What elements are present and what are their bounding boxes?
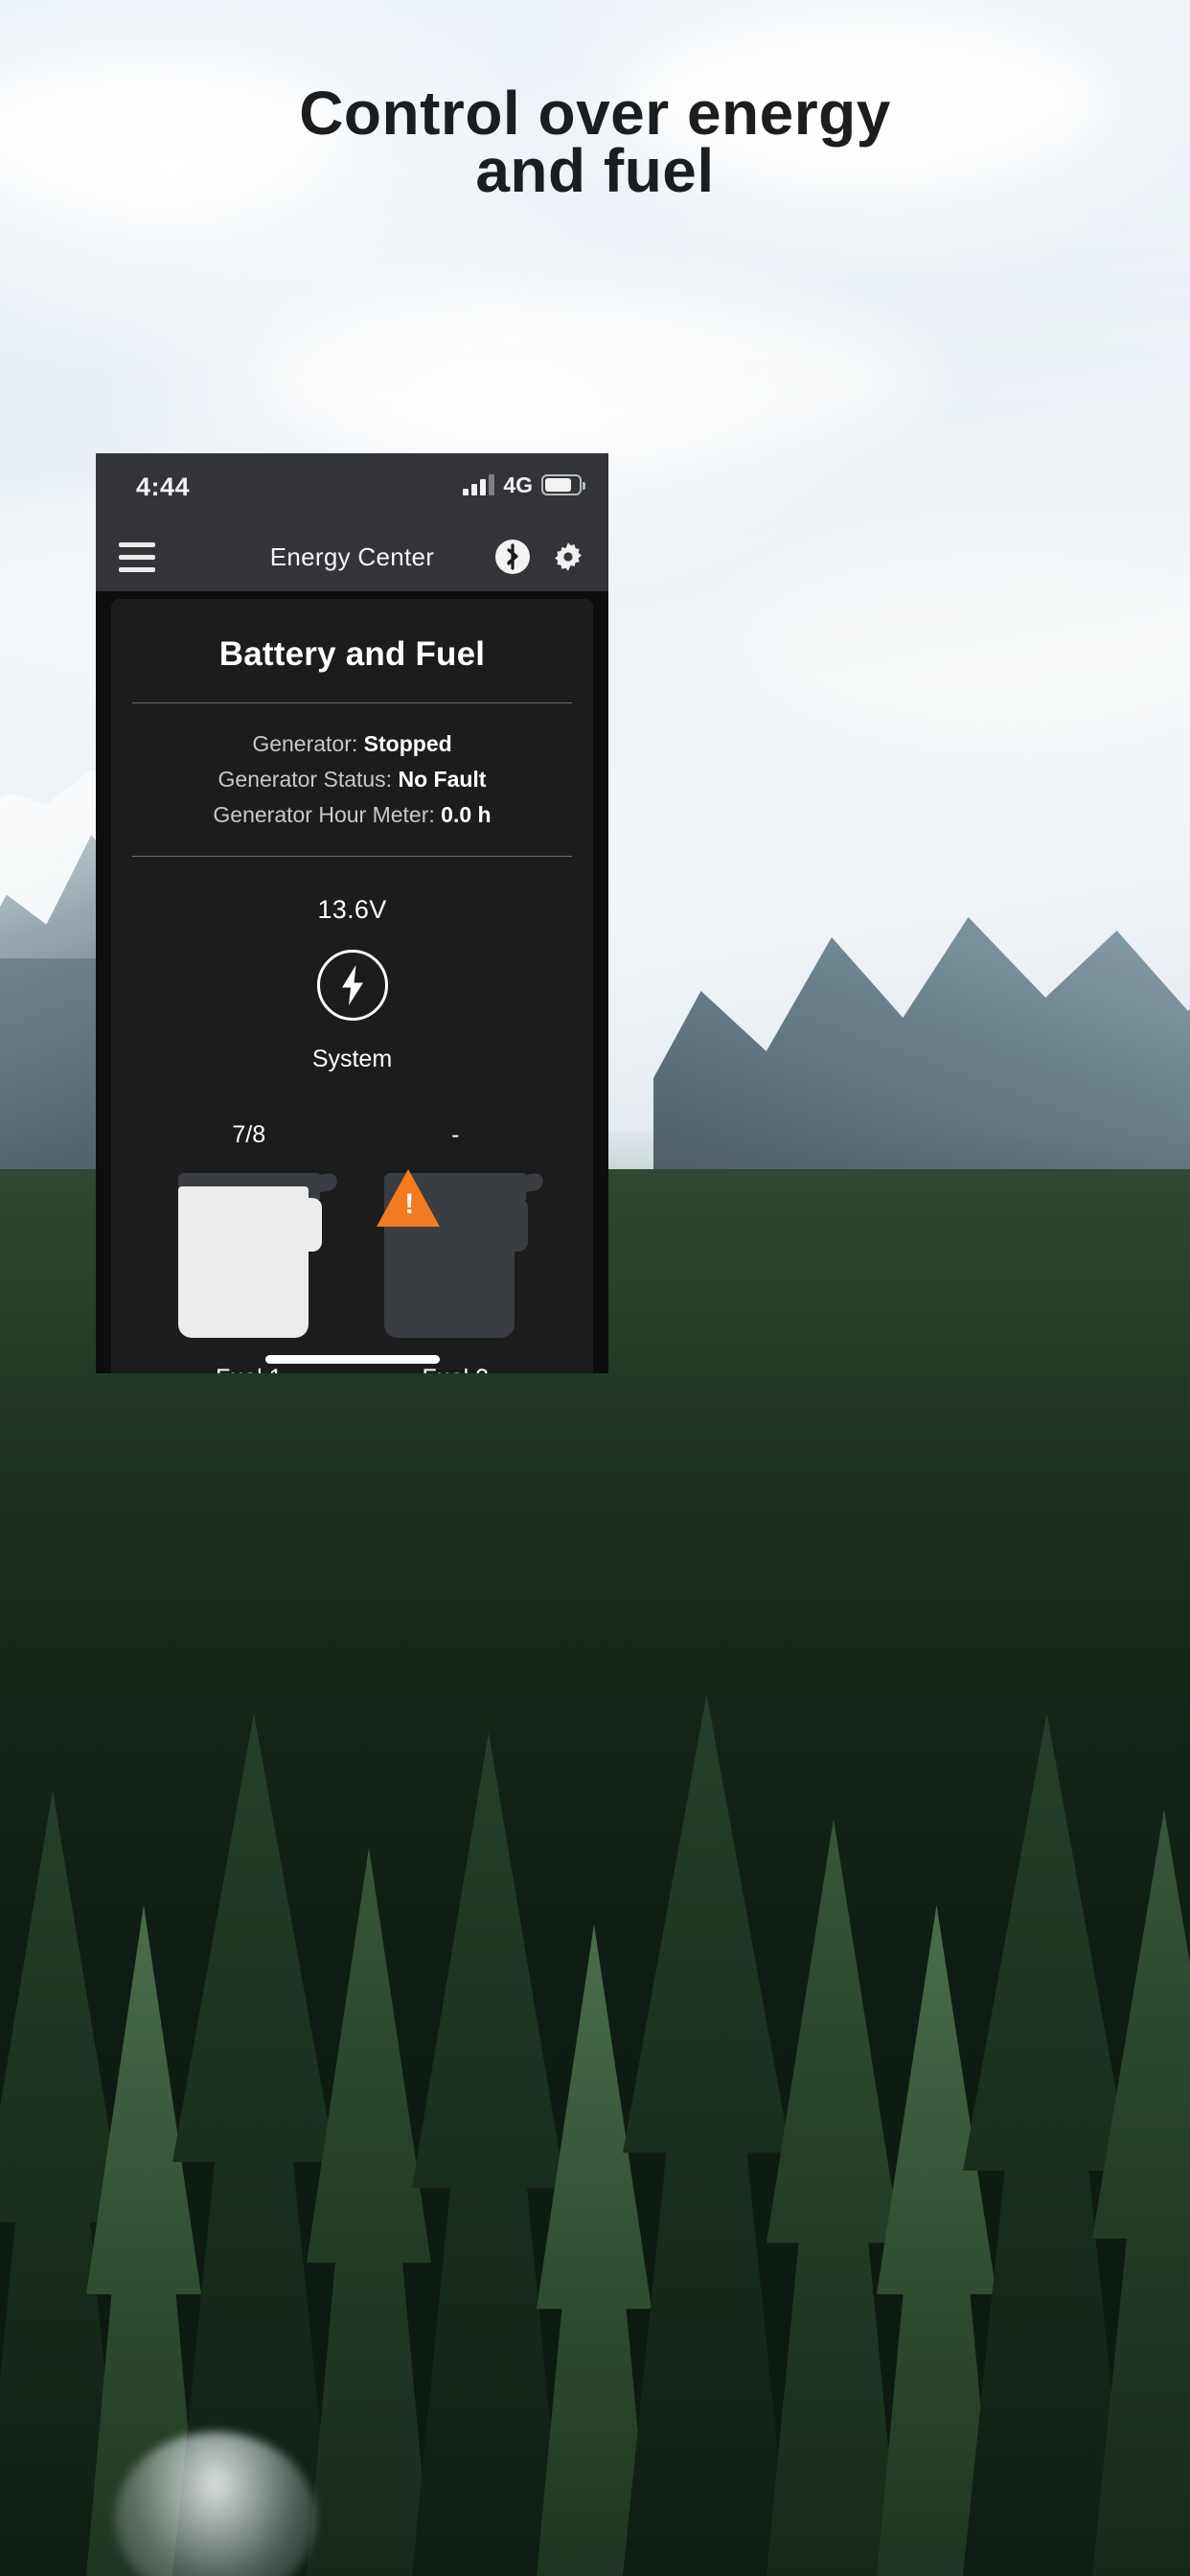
card-title: Battery and Fuel [218, 635, 486, 673]
lightning-bolt-icon[interactable] [316, 950, 388, 1021]
bluetooth-glyph [507, 543, 518, 570]
generator-row: Generator: Stopped [111, 728, 593, 759]
page-title: Control over energy and fuel [0, 79, 1190, 205]
generator-hour-meter-value: 0.0 h [441, 802, 492, 827]
battery-and-fuel-card: Battery and Fuel Generator: Stopped Gene… [111, 599, 593, 1373]
fuel-tank-2[interactable]: - ! Fuel 2 [364, 1121, 546, 1373]
generator-row: Generator Status: No Fault [111, 764, 593, 794]
app-header-bar: Energy Center [96, 522, 608, 591]
generator-label: Generator: [252, 731, 358, 756]
generator-hour-meter-label: Generator Hour Meter: [213, 802, 435, 827]
cellular-signal-icon [463, 474, 495, 495]
fuel-2-label: Fuel 2 [364, 1365, 546, 1373]
fuel-tank-1[interactable]: 7/8 Fuel 1 [158, 1121, 340, 1373]
fuel-2-value: - [451, 1121, 460, 1148]
haze-overlay [0, 0, 1190, 498]
fuel-1-label: Fuel 1 [158, 1365, 340, 1373]
status-bar-clock: 4:44 [136, 472, 191, 501]
fuel-1-graphic [177, 1173, 322, 1338]
status-bar: 4:44 4G [96, 453, 608, 522]
warning-exclamation: ! [404, 1188, 415, 1220]
app-content-area[interactable]: Battery and Fuel Generator: Stopped Gene… [96, 591, 608, 1373]
headline-line-2: and fuel [475, 136, 715, 205]
system-voltage-section: 13.6V System [111, 857, 593, 1073]
status-bar-indicators: 4G [463, 472, 585, 497]
lightning-bolt-glyph [341, 965, 363, 1005]
phone-mockup: 4:44 4G Energy Center Battery and Fuel G… [96, 453, 608, 1373]
gear-glyph [555, 542, 582, 571]
fuel-tanks-row: 7/8 Fuel 1 - ! [111, 1073, 593, 1373]
home-indicator [264, 1355, 440, 1364]
hamburger-menu-icon[interactable] [119, 541, 155, 572]
bluetooth-icon[interactable] [495, 540, 530, 574]
fuel-1-value: 7/8 [232, 1121, 266, 1148]
battery-icon [541, 474, 585, 495]
fuel-2-graphic: ! [377, 1169, 529, 1338]
generator-status-label: Generator Status: [217, 767, 393, 792]
generator-value: Stopped [363, 731, 452, 756]
gear-icon[interactable] [551, 540, 585, 574]
forest-region [0, 1169, 1190, 2576]
network-type-label: 4G [503, 472, 533, 497]
headline-line-1: Control over energy [299, 79, 891, 148]
app-header-actions [495, 540, 585, 574]
generator-status-list: Generator: Stopped Generator Status: No … [111, 703, 593, 856]
system-label: System [311, 1046, 393, 1072]
generator-row: Generator Hour Meter: 0.0 h [111, 799, 593, 830]
generator-status-value: No Fault [398, 767, 487, 792]
system-voltage-value: 13.6V [317, 895, 387, 924]
